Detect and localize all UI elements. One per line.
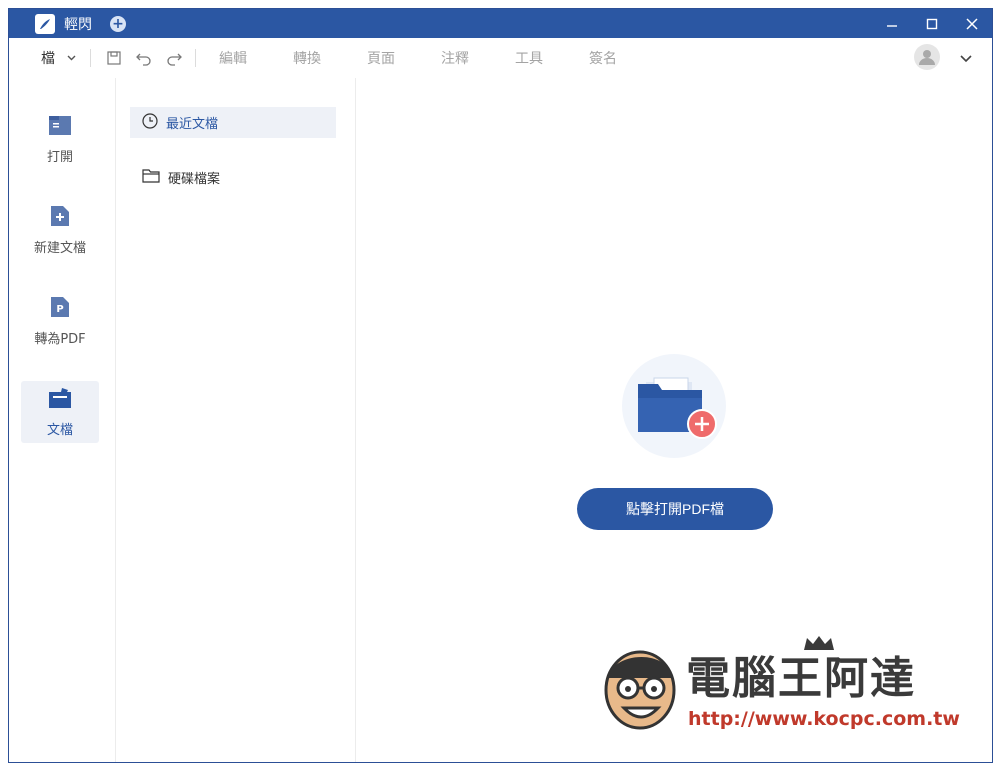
nav-new-document[interactable]: 新建文檔 [21, 199, 99, 261]
redo-icon[interactable] [159, 43, 189, 73]
watermark-title: 電腦王阿達 [686, 653, 916, 704]
save-icon[interactable] [99, 43, 129, 73]
convert-to-pdf-icon: P [50, 296, 70, 322]
nav-label: 新建文檔 [33, 240, 86, 256]
add-tab-icon[interactable]: + [110, 15, 126, 32]
chevron-down-icon [67, 53, 76, 64]
open-pdf-button[interactable]: 點擊打開PDF檔 [577, 488, 773, 530]
nav-convert-pdf[interactable]: P 轉為PDF [21, 290, 99, 352]
toolbar-divider [90, 49, 91, 67]
nav-open[interactable]: 打開 [21, 108, 99, 170]
window-controls [872, 9, 992, 38]
menu-convert[interactable]: 轉換 [270, 48, 344, 68]
menu-tools[interactable]: 工具 [492, 48, 566, 68]
menu-items: 編輯 轉換 頁面 注釋 工具 簽名 [196, 48, 640, 68]
menu-sign[interactable]: 簽名 [566, 48, 640, 68]
watermark: 電腦王阿達 http://www.kocpc.com.tw [598, 636, 960, 738]
feather-icon [35, 13, 55, 34]
svg-text:P: P [56, 304, 63, 315]
user-area [914, 44, 972, 70]
close-icon[interactable] [952, 9, 992, 38]
undo-icon[interactable] [129, 43, 159, 73]
watermark-url: http://www.kocpc.com.tw [688, 708, 960, 730]
sub-item-label: 硬碟檔案 [168, 172, 221, 187]
user-avatar-icon[interactable] [914, 44, 940, 70]
mascot-face-icon [604, 650, 676, 730]
file-menu[interactable]: 檔 [41, 48, 76, 68]
left-nav: 打開 新建文檔 P 轉為PDF 文檔 [9, 78, 116, 762]
menu-annotate[interactable]: 注釋 [418, 48, 492, 68]
open-folder-illustration [622, 354, 726, 458]
nav-label: 文檔 [46, 422, 73, 438]
menu-bar: 檔 編輯 轉換 頁面 注釋 工具 簽名 [9, 38, 992, 78]
menu-page[interactable]: 頁面 [344, 48, 418, 68]
app-title: 輕閃 [64, 16, 92, 33]
new-document-icon [50, 205, 70, 231]
title-bar: 輕閃 + [9, 9, 992, 38]
folder-icon [142, 168, 160, 187]
clock-icon [142, 112, 158, 133]
menu-edit[interactable]: 編輯 [196, 48, 270, 68]
sub-item-label: 最近文檔 [166, 117, 219, 132]
open-file-icon [48, 114, 72, 140]
documents-icon [48, 387, 72, 413]
minimize-icon[interactable] [872, 9, 912, 38]
sub-item-recent[interactable]: 最近文檔 [130, 107, 336, 138]
nav-documents[interactable]: 文檔 [21, 381, 99, 443]
file-menu-label: 檔 [41, 51, 55, 67]
chevron-down-icon[interactable] [960, 48, 972, 67]
nav-label: 轉為PDF [34, 331, 86, 347]
nav-label: 打開 [46, 149, 73, 165]
maximize-icon[interactable] [912, 9, 952, 38]
documents-panel: 最近文檔 硬碟檔案 [116, 78, 356, 762]
sub-item-disk-files[interactable]: 硬碟檔案 [130, 162, 336, 193]
